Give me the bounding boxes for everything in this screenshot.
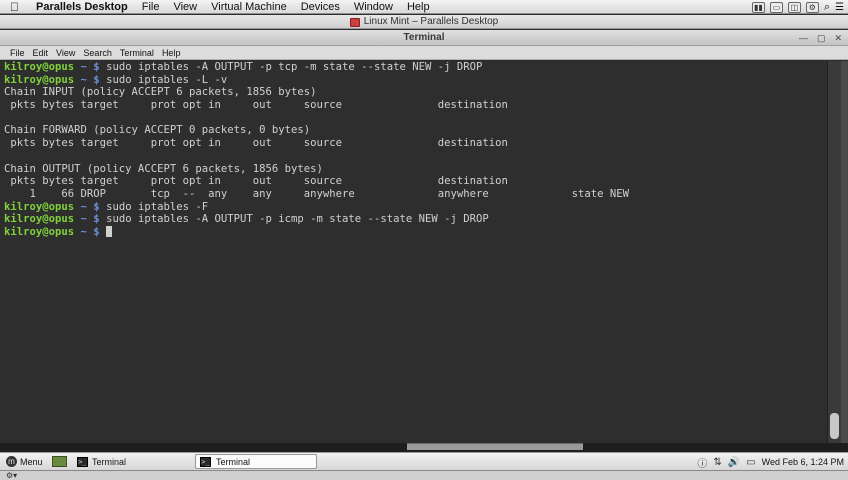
terminal-line: kilroy@opus ~ $ sudo iptables -A OUTPUT … bbox=[4, 213, 827, 226]
mac-status-area: ▮▮ ▭ ◫ ⚙ ⌕ ☰ bbox=[751, 0, 844, 14]
parallels-bottom-bar: ⚙▾ bbox=[0, 470, 848, 480]
terminal-icon: >_ bbox=[77, 456, 88, 467]
terminal-line: kilroy@opus ~ $ sudo iptables -A OUTPUT … bbox=[4, 61, 827, 74]
prompt-path: ~ $ bbox=[74, 61, 100, 73]
info-icon[interactable]: ⓘ bbox=[697, 455, 707, 470]
parallels-pause-icon[interactable]: ▮▮ bbox=[751, 1, 765, 13]
menu-window[interactable]: Window bbox=[354, 0, 393, 14]
terminal-menu-terminal[interactable]: Terminal bbox=[120, 48, 154, 58]
prompt-user: kilroy@opus bbox=[4, 73, 75, 86]
mint-logo-icon: m bbox=[6, 456, 17, 467]
terminal-window-title: Terminal bbox=[403, 32, 445, 43]
terminal-line: pkts bytes target prot opt in out source… bbox=[4, 99, 508, 112]
menu-file[interactable]: File bbox=[142, 0, 160, 14]
menu-devices[interactable]: Devices bbox=[301, 0, 340, 14]
scrollbar-thumb[interactable] bbox=[830, 413, 839, 439]
terminal-menu-help[interactable]: Help bbox=[162, 48, 181, 58]
horizontal-scrollbar[interactable] bbox=[407, 443, 583, 450]
terminal-launcher[interactable]: >_ Terminal bbox=[77, 455, 189, 469]
battery-icon[interactable]: ▭ bbox=[746, 457, 755, 468]
system-tray: ⓘ ⇅ 🔊 ▭ Wed Feb 6, 1:24 PM bbox=[697, 453, 844, 471]
minimize-icon[interactable]: — bbox=[799, 30, 808, 46]
prompt-path: ~ $ bbox=[74, 200, 100, 213]
prompt-user: kilroy@opus bbox=[4, 225, 75, 238]
command-text: sudo iptables -F bbox=[99, 200, 209, 213]
apple-logo-icon[interactable]:  bbox=[10, 0, 26, 14]
menu-button-label: Menu bbox=[20, 456, 43, 467]
vm-icon bbox=[349, 17, 360, 27]
notification-list-icon[interactable]: ☰ bbox=[835, 2, 844, 13]
terminal-titlebar[interactable]: Terminal — ▢ ✕ bbox=[0, 30, 848, 46]
window-edge bbox=[841, 61, 848, 443]
launcher-label: Terminal bbox=[92, 456, 127, 467]
terminal-line: pkts bytes target prot opt in out source… bbox=[4, 175, 508, 188]
menu-view[interactable]: View bbox=[173, 0, 197, 14]
menu-help[interactable]: Help bbox=[407, 0, 430, 14]
gear-icon[interactable]: ⚙▾ bbox=[6, 471, 17, 480]
prompt-user: kilroy@opus bbox=[4, 213, 75, 226]
terminal-menu-file[interactable]: File bbox=[10, 48, 25, 58]
parallels-coherence-icon[interactable]: ◫ bbox=[787, 1, 801, 13]
vm-titlebar: Linux Mint – Parallels Desktop bbox=[0, 15, 848, 29]
prompt-path: ~ $ bbox=[74, 225, 100, 238]
terminal-line: Chain FORWARD (policy ACCEPT 0 packets, … bbox=[4, 124, 311, 137]
close-icon[interactable]: ✕ bbox=[834, 30, 842, 46]
prompt-path: ~ $ bbox=[74, 73, 100, 86]
terminal-line: pkts bytes target prot opt in out source… bbox=[4, 137, 508, 150]
terminal-menubar: File Edit View Search Terminal Help bbox=[0, 46, 848, 60]
volume-icon[interactable]: 🔊 bbox=[728, 457, 740, 468]
terminal-icon: >_ bbox=[200, 456, 211, 467]
terminal-line: Chain INPUT (policy ACCEPT 6 packets, 18… bbox=[4, 86, 317, 99]
terminal-menu-search[interactable]: Search bbox=[83, 48, 112, 58]
terminal-menu-view[interactable]: View bbox=[56, 48, 75, 58]
window-controls: — ▢ ✕ bbox=[799, 30, 842, 46]
parallels-settings-icon[interactable]: ⚙ bbox=[805, 1, 819, 13]
terminal-line: kilroy@opus ~ $ bbox=[4, 225, 827, 239]
clock[interactable]: Wed Feb 6, 1:24 PM bbox=[762, 457, 844, 467]
spotlight-search-icon[interactable]: ⌕ bbox=[824, 1, 830, 14]
network-icon[interactable]: ⇅ bbox=[713, 457, 721, 468]
mac-menubar:  Parallels Desktop File View Virtual Ma… bbox=[0, 0, 848, 14]
vertical-scrollbar[interactable] bbox=[827, 61, 841, 443]
prompt-user: kilroy@opus bbox=[4, 61, 75, 73]
command-text: sudo iptables -L -v bbox=[99, 73, 228, 86]
terminal-menu-edit[interactable]: Edit bbox=[33, 48, 49, 58]
terminal-line: kilroy@opus ~ $ sudo iptables -F bbox=[4, 201, 827, 214]
menu-button[interactable]: m Menu bbox=[6, 456, 48, 467]
menu-virtual-machine[interactable]: Virtual Machine bbox=[211, 0, 287, 14]
maximize-icon[interactable]: ▢ bbox=[817, 30, 826, 46]
parallels-window-icon[interactable]: ▭ bbox=[769, 1, 783, 13]
command-text: sudo iptables -A OUTPUT -p icmp -m state… bbox=[99, 213, 489, 226]
prompt-user: kilroy@opus bbox=[4, 200, 75, 213]
mint-panel: m Menu >_ Terminal >_ Terminal ⓘ ⇅ 🔊 ▭ W… bbox=[0, 452, 848, 470]
prompt-path: ~ $ bbox=[74, 213, 100, 226]
command-text: sudo iptables -A OUTPUT -p tcp -m state … bbox=[99, 61, 483, 73]
terminal-line: 1 66 DROP tcp -- any any anywhere anywhe… bbox=[4, 187, 630, 200]
terminal-line: kilroy@opus ~ $ sudo iptables -L -v bbox=[4, 74, 827, 87]
task-label: Terminal bbox=[216, 456, 251, 467]
taskbar-terminal-button[interactable]: >_ Terminal bbox=[195, 454, 317, 469]
vm-title: Linux Mint – Parallels Desktop bbox=[363, 16, 499, 27]
menu-app-name[interactable]: Parallels Desktop bbox=[36, 0, 128, 14]
text-cursor bbox=[106, 225, 113, 237]
terminal-line: Chain OUTPUT (policy ACCEPT 6 packets, 1… bbox=[4, 162, 323, 175]
show-desktop-icon[interactable] bbox=[52, 456, 67, 467]
terminal-output[interactable]: kilroy@opus ~ $ sudo iptables -A OUTPUT … bbox=[0, 61, 827, 443]
